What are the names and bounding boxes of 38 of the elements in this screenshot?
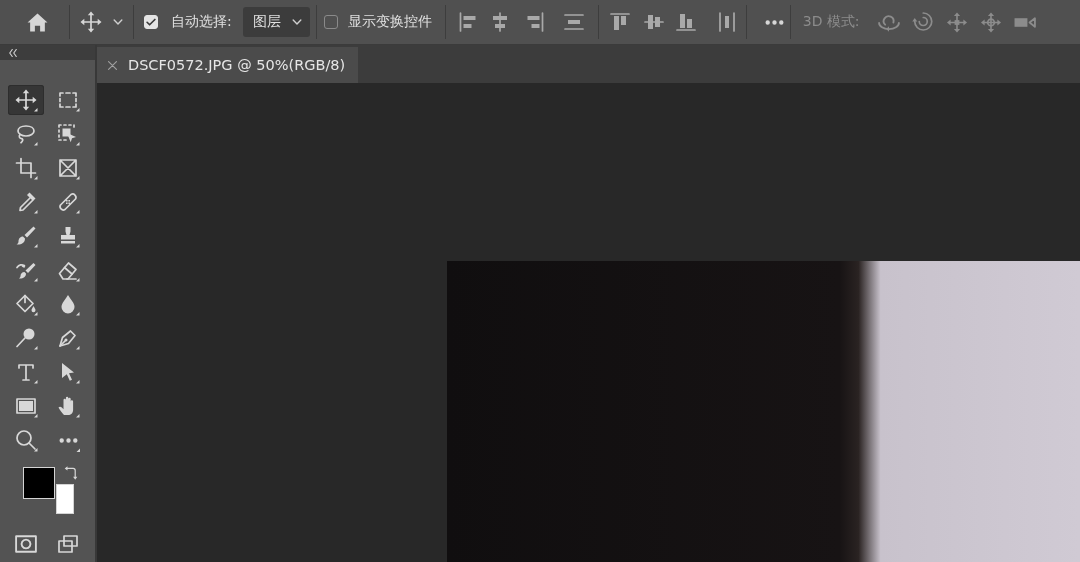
move-icon [14,88,38,112]
align-top-icon[interactable] [609,13,630,31]
double-chevron-icon[interactable] [9,48,17,57]
more-icon[interactable] [764,19,784,25]
screen-mode-icon[interactable] [57,535,79,553]
background-color-swatch[interactable] [56,484,74,514]
hand-icon [56,394,80,418]
crossed-frame-icon [56,156,80,180]
close-icon[interactable] [108,60,117,70]
distribute-horizontal-icon[interactable] [716,12,737,32]
option-label: 3D 模式: [802,13,860,31]
more-icon [59,437,80,452]
dotted-square-arrow-icon [56,122,80,146]
move-icon[interactable] [80,11,102,33]
zoom-icon [14,428,38,452]
bandage-icon [56,190,80,214]
foreground-color-swatch[interactable] [23,467,55,499]
option-label: 自动选择: [171,13,232,31]
caret-icon [291,19,302,25]
caret-icon[interactable] [113,19,123,25]
option-label: 显示变换控件 [347,13,432,31]
lasso-icon [14,122,38,146]
align-left-icon[interactable] [457,12,478,32]
check-icon [146,18,156,26]
checkbox[interactable] [323,15,338,29]
brush-icon [14,224,38,248]
distribute-vertical-icon[interactable] [563,14,584,30]
quick-mask-icon[interactable] [15,535,37,553]
align-bottom-icon[interactable] [675,13,696,31]
swap-arrows-icon[interactable] [64,466,78,480]
align-middle-icon[interactable] [643,14,664,30]
paint-bucket-icon [14,292,38,316]
home-icon[interactable] [27,12,48,32]
document-tab[interactable]: DSCF0572.JPG @ 50%(RGB/8) [97,47,359,83]
dodge-icon [14,326,38,350]
crop-icon [14,156,38,180]
tool-button[interactable] [8,85,44,115]
layer-dropdown[interactable]: 图层 [242,7,310,37]
